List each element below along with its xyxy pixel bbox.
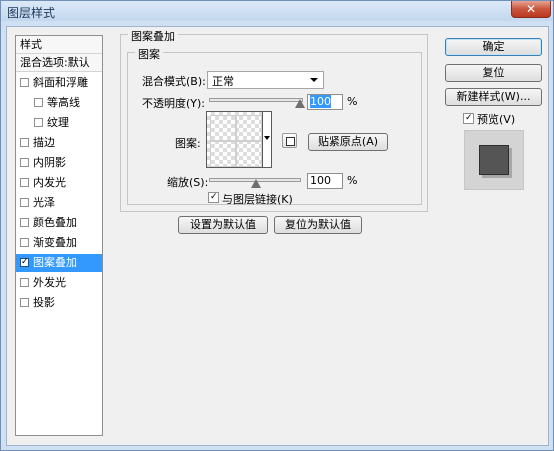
- chevron-down-icon: [310, 78, 318, 82]
- close-icon: ✕: [525, 2, 537, 16]
- sidebar-item-label: 纹理: [47, 116, 69, 129]
- scale-input[interactable]: 100: [307, 173, 343, 189]
- opacity-unit: %: [347, 95, 358, 108]
- new-document-icon: [286, 137, 295, 146]
- snap-to-origin-label: 贴紧原点(A): [317, 135, 379, 148]
- pattern-tile: [236, 115, 262, 141]
- sidebar-item-label: 斜面和浮雕: [33, 76, 88, 89]
- sidebar-item-label: 渐变叠加: [33, 236, 77, 249]
- preview-label: 预览(V): [477, 113, 516, 126]
- pattern-label: 图案:: [175, 137, 201, 150]
- sidebar-item-label: 内阴影: [33, 156, 66, 169]
- sidebar-item-label: 颜色叠加: [33, 216, 77, 229]
- new-style-button[interactable]: 新建样式(W)...: [445, 88, 542, 106]
- link-with-layer-checkbox[interactable]: ✓: [208, 192, 219, 203]
- opacity-slider-thumb[interactable]: [295, 99, 305, 108]
- sidebar-item-texture[interactable]: 纹理: [16, 114, 102, 132]
- pattern-tile: [210, 115, 236, 141]
- reset-default-label: 复位为默认值: [285, 218, 351, 231]
- close-button[interactable]: ✕: [511, 1, 551, 18]
- sidebar-item-label: 内发光: [33, 176, 66, 189]
- bevel-emboss-checkbox[interactable]: [20, 78, 29, 87]
- make-default-button[interactable]: 设置为默认值: [178, 216, 268, 234]
- ok-label: 确定: [482, 40, 505, 53]
- dialog-body: 样式 混合选项:默认 斜面和浮雕 等高线 纹理 描边 内阴影 内发光 光泽 颜色…: [6, 26, 549, 446]
- sidebar-item-label: 等高线: [47, 96, 80, 109]
- blend-mode-dropdown[interactable]: 正常: [207, 71, 324, 89]
- inner-glow-checkbox[interactable]: [20, 178, 29, 187]
- styles-list: 样式 混合选项:默认 斜面和浮雕 等高线 纹理 描边 内阴影 内发光 光泽 颜色…: [15, 35, 103, 436]
- sidebar-item-inner-shadow[interactable]: 内阴影: [16, 154, 102, 172]
- ok-button[interactable]: 确定: [445, 38, 542, 56]
- title-bar[interactable]: 图层样式 ✕: [1, 1, 553, 21]
- new-preset-button[interactable]: [282, 133, 297, 148]
- opacity-value: 100: [310, 95, 331, 108]
- sidebar-item-drop-shadow[interactable]: 投影: [16, 294, 102, 312]
- check-icon: ✓: [465, 113, 473, 123]
- new-style-label: 新建样式(W)...: [456, 90, 531, 103]
- gradient-overlay-checkbox[interactable]: [20, 238, 29, 247]
- outer-glow-checkbox[interactable]: [20, 278, 29, 287]
- contour-checkbox[interactable]: [34, 98, 43, 107]
- satin-checkbox[interactable]: [20, 198, 29, 207]
- pattern-picker[interactable]: [206, 111, 263, 168]
- check-icon: ✓: [210, 192, 218, 202]
- scale-value: 100: [310, 174, 331, 187]
- snap-to-origin-button[interactable]: 贴紧原点(A): [308, 133, 388, 151]
- sidebar-item-label: 光泽: [33, 196, 55, 209]
- sidebar-item-bevel-emboss[interactable]: 斜面和浮雕: [16, 74, 102, 92]
- check-icon: ✓: [21, 257, 29, 267]
- stroke-checkbox[interactable]: [20, 138, 29, 147]
- reset-label: 复位: [482, 66, 505, 79]
- sidebar-item-label: 外发光: [33, 276, 66, 289]
- sidebar-item-satin[interactable]: 光泽: [16, 194, 102, 212]
- color-overlay-checkbox[interactable]: [20, 218, 29, 227]
- blending-options-label: 混合选项:默认: [20, 56, 90, 69]
- reset-default-button[interactable]: 复位为默认值: [274, 216, 362, 234]
- scale-unit: %: [347, 174, 358, 187]
- blending-options-item[interactable]: 混合选项:默认: [16, 54, 102, 72]
- texture-checkbox[interactable]: [34, 118, 43, 127]
- window-title: 图层样式: [7, 6, 56, 20]
- sidebar-item-pattern-overlay[interactable]: ✓ 图案叠加: [16, 254, 102, 272]
- pattern-tile: [236, 141, 262, 167]
- reset-button[interactable]: 复位: [445, 64, 542, 82]
- sidebar-item-color-overlay[interactable]: 颜色叠加: [16, 214, 102, 232]
- blend-mode-value: 正常: [212, 75, 234, 88]
- section-title: 图案叠加: [128, 28, 178, 44]
- opacity-label: 不透明度(Y):: [142, 97, 206, 110]
- sidebar-item-gradient-overlay[interactable]: 渐变叠加: [16, 234, 102, 252]
- link-with-layer-label: 与图层链接(K): [222, 193, 293, 206]
- sidebar-item-outer-glow[interactable]: 外发光: [16, 274, 102, 292]
- scale-label: 缩放(S):: [167, 176, 209, 189]
- sidebar-item-contour[interactable]: 等高线: [16, 94, 102, 112]
- preview-checkbox[interactable]: ✓: [463, 113, 474, 124]
- sidebar-item-label: 图案叠加: [33, 256, 77, 269]
- drop-shadow-checkbox[interactable]: [20, 298, 29, 307]
- style-preview-sample: [479, 145, 509, 175]
- pattern-group-title: 图案: [135, 46, 163, 62]
- layer-style-dialog: 图层样式 ✕ 样式 混合选项:默认 斜面和浮雕 等高线 纹理 描边 内阴影 内发…: [0, 0, 554, 451]
- scale-slider-thumb[interactable]: [251, 179, 261, 188]
- sidebar-item-label: 投影: [33, 296, 55, 309]
- pattern-tile: [210, 141, 236, 167]
- opacity-slider-track[interactable]: [209, 98, 303, 102]
- sidebar-item-stroke[interactable]: 描边: [16, 134, 102, 152]
- inner-shadow-checkbox[interactable]: [20, 158, 29, 167]
- style-preview: [464, 130, 524, 190]
- blend-mode-label: 混合模式(B):: [142, 75, 206, 88]
- opacity-input[interactable]: 100: [307, 94, 343, 110]
- styles-header[interactable]: 样式: [16, 36, 102, 54]
- make-default-label: 设置为默认值: [190, 218, 256, 231]
- sidebar-item-inner-glow[interactable]: 内发光: [16, 174, 102, 192]
- pattern-overlay-checkbox[interactable]: ✓: [20, 257, 29, 267]
- pattern-dropdown-toggle[interactable]: [263, 111, 272, 168]
- chevron-down-icon: [264, 136, 270, 140]
- styles-header-label: 样式: [20, 38, 42, 51]
- sidebar-item-label: 描边: [33, 136, 55, 149]
